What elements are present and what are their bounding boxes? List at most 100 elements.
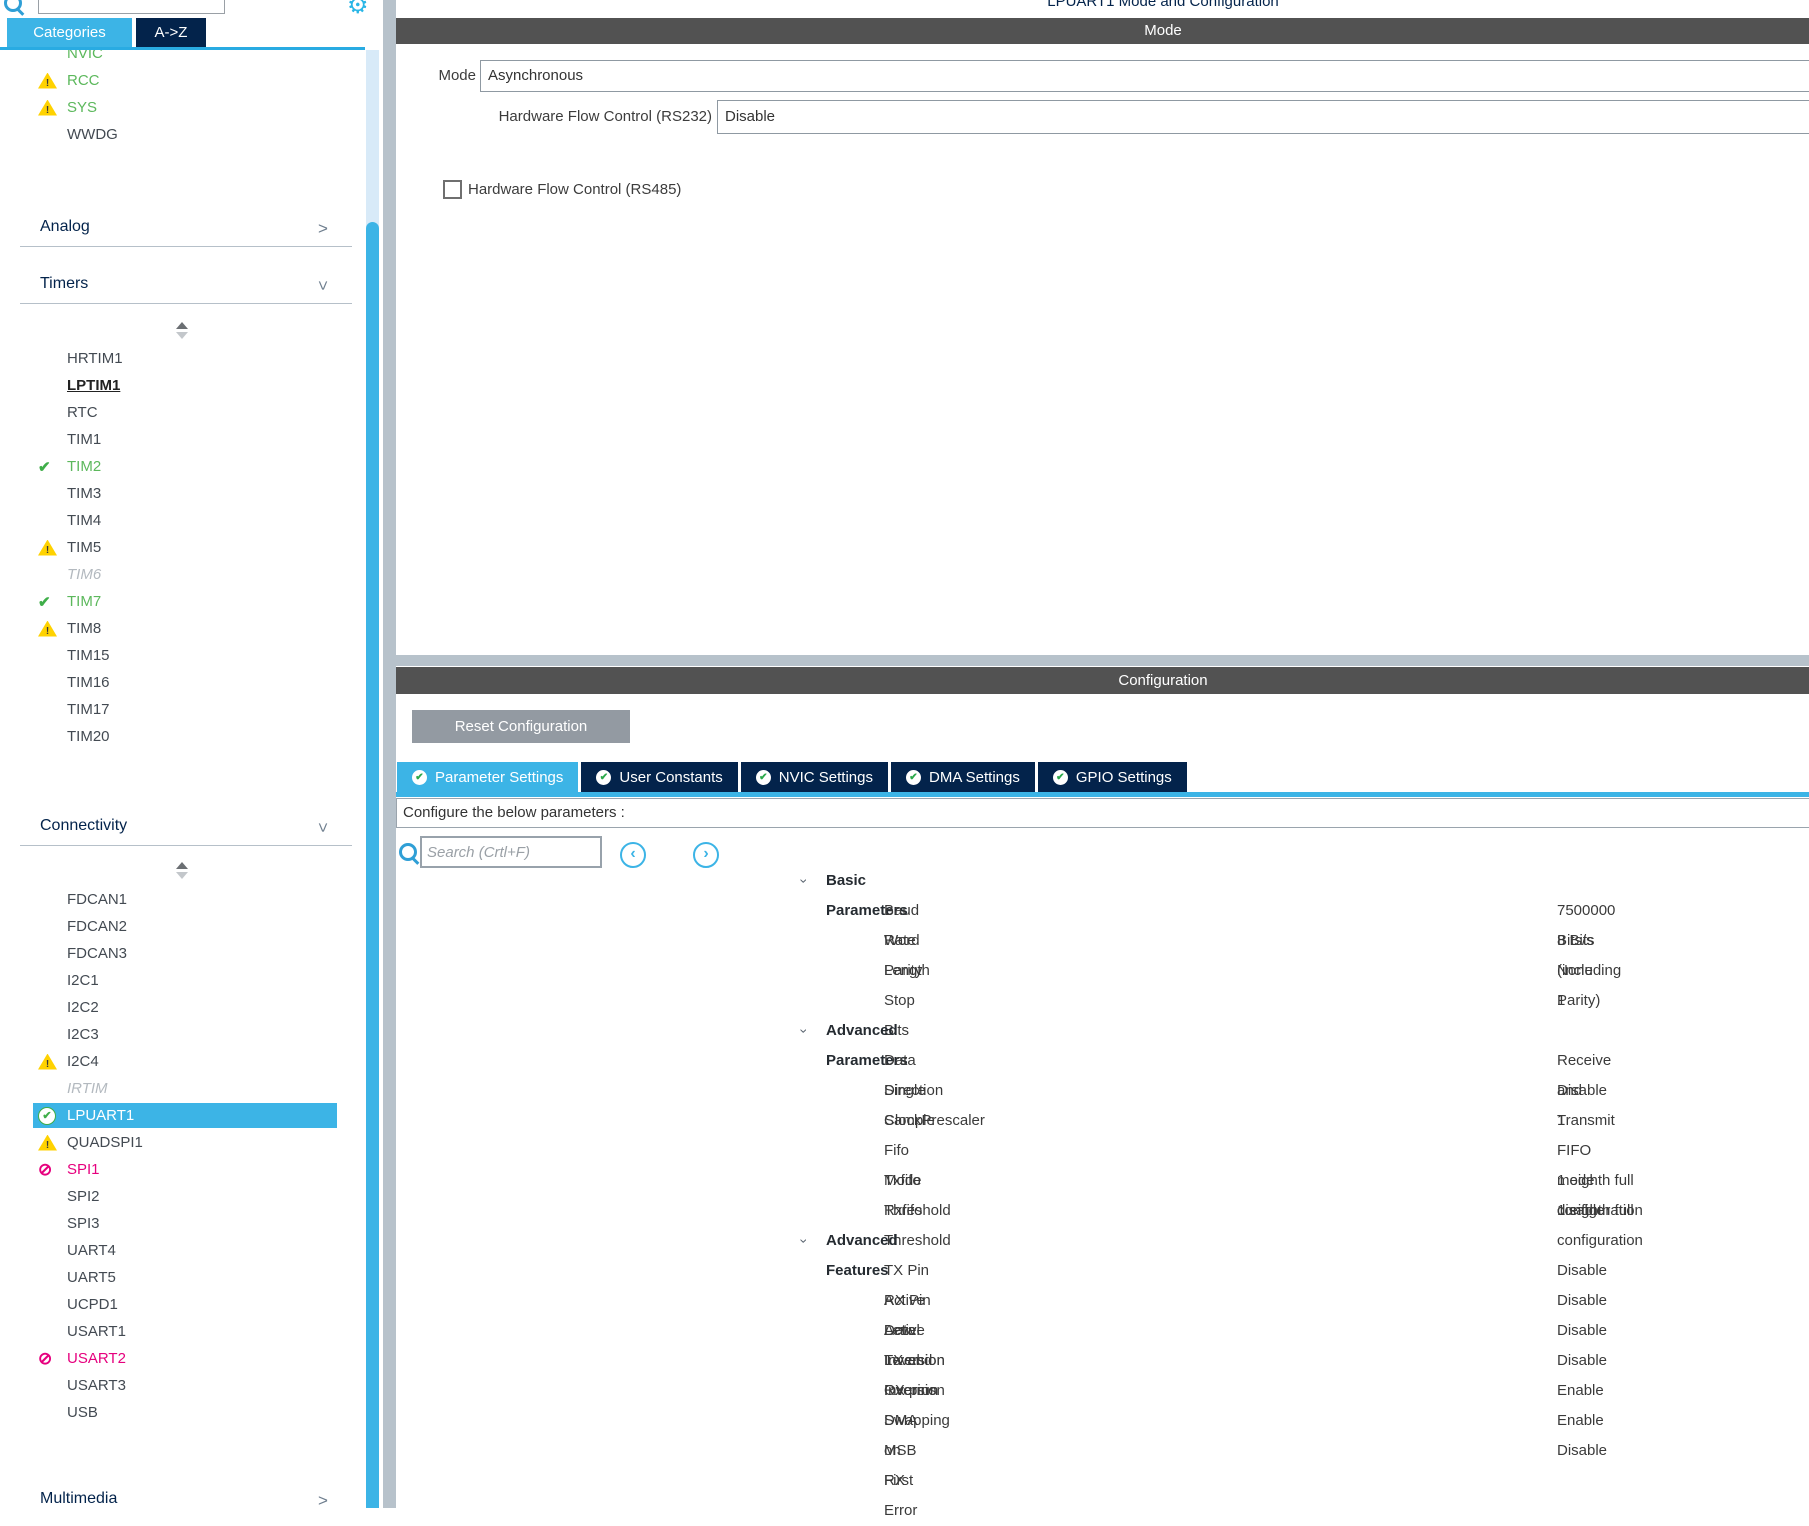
sidebar-item-wwdg[interactable]: WWDG — [0, 121, 365, 148]
sidebar-item-label: TIM6 — [67, 566, 101, 583]
parameter-value[interactable]: Enable — [1557, 1406, 1604, 1436]
hw-flow-control-rs485-checkbox[interactable] — [443, 180, 462, 199]
sidebar-item-nvic[interactable]: NVIC — [0, 50, 365, 67]
parameter-value[interactable]: 1 — [1557, 986, 1565, 1016]
sidebar-item-rcc[interactable]: !RCC — [0, 67, 365, 94]
parameter-value[interactable]: Disable — [1557, 1436, 1607, 1466]
sidebar-item-tim7[interactable]: ✔TIM7 — [0, 588, 365, 615]
sidebar-item-i2c2[interactable]: I2C2 — [0, 994, 365, 1021]
tab-parameter-settings[interactable]: ✔ Parameter Settings — [397, 762, 578, 792]
tab-underline — [0, 47, 365, 50]
sidebar-item-label: USART2 — [67, 1350, 126, 1367]
tab-user-constants[interactable]: ✔User Constants — [581, 762, 737, 792]
mode-section-bar: Mode — [396, 18, 1809, 44]
sidebar-item-tim2[interactable]: ✔TIM2 — [0, 453, 365, 480]
sidebar-item-spi2[interactable]: SPI2 — [0, 1183, 365, 1210]
sidebar-item-fdcan2[interactable]: FDCAN2 — [0, 913, 365, 940]
sidebar-item-tim8[interactable]: !TIM8 — [0, 615, 365, 642]
sidebar-item-uart5[interactable]: UART5 — [0, 1264, 365, 1291]
parameter-value[interactable]: Disable — [1557, 1346, 1607, 1376]
chevron-right-icon: > — [318, 220, 328, 237]
sidebar-item-spi1[interactable]: ⊘SPI1 — [0, 1156, 365, 1183]
section-connectivity[interactable]: Connectivity — [40, 817, 127, 835]
sidebar-item-label: I2C2 — [67, 999, 99, 1016]
sidebar-scrollbar-thumb[interactable] — [366, 222, 379, 1508]
sidebar-item-i2c3[interactable]: I2C3 — [0, 1021, 365, 1048]
parameter-value[interactable]: Disable — [1557, 1256, 1607, 1286]
sidebar-item-tim3[interactable]: TIM3 — [0, 480, 365, 507]
sidebar-item-lptim1[interactable]: LPTIM1 — [0, 372, 365, 399]
section-analog[interactable]: Analog — [40, 218, 90, 236]
mode-combobox[interactable]: Asynchronous — [480, 60, 1809, 92]
sidebar-item-label: TIM1 — [67, 431, 101, 448]
sidebar-item-tim16[interactable]: TIM16 — [0, 669, 365, 696]
sidebar-item-usb[interactable]: USB — [0, 1399, 365, 1426]
sidebar-item-sys[interactable]: !SYS — [0, 94, 365, 121]
sidebar-item-tim17[interactable]: TIM17 — [0, 696, 365, 723]
sidebar-item-ucpd1[interactable]: UCPD1 — [0, 1291, 365, 1318]
tab-check-icon: ✔ — [412, 770, 427, 785]
parameter-value[interactable]: Enable — [1557, 1376, 1604, 1406]
tab-label: User Constants — [619, 769, 722, 786]
sidebar-item-tim15[interactable]: TIM15 — [0, 642, 365, 669]
tab-check-icon: ✔ — [756, 770, 771, 785]
sidebar-item-i2c1[interactable]: I2C1 — [0, 967, 365, 994]
sidebar-item-tim1[interactable]: TIM1 — [0, 426, 365, 453]
sort-spinner[interactable] — [176, 322, 190, 339]
parameter-search-input[interactable] — [420, 836, 602, 868]
sidebar-item-label: TIM15 — [67, 647, 110, 664]
sidebar-item-label: TIM17 — [67, 701, 110, 718]
parameter-label: Parity — [884, 956, 922, 986]
sidebar-item-fdcan3[interactable]: FDCAN3 — [0, 940, 365, 967]
tab-dma-settings[interactable]: ✔DMA Settings — [891, 762, 1035, 792]
parameter-value[interactable]: Disable — [1557, 1076, 1607, 1106]
sidebar-item-hrtim1[interactable]: HRTIM1 — [0, 345, 365, 372]
parameter-value[interactable]: 1 eighth full configuration — [1557, 1196, 1643, 1256]
sidebar-item-label: UART5 — [67, 1269, 116, 1286]
parameter-value[interactable]: 1 — [1557, 1106, 1565, 1136]
search-next-button[interactable]: › — [693, 842, 719, 868]
sidebar-item-tim5[interactable]: !TIM5 — [0, 534, 365, 561]
peripheral-search-input[interactable] — [38, 0, 225, 14]
divider — [20, 845, 352, 846]
sidebar-item-uart4[interactable]: UART4 — [0, 1237, 365, 1264]
section-timers[interactable]: Timers — [40, 275, 88, 293]
tab-a-to-z[interactable]: A->Z — [136, 18, 206, 47]
panel-splitter-vertical[interactable] — [383, 0, 396, 1508]
warning-icon: ! — [38, 1054, 57, 1070]
sidebar-item-tim4[interactable]: TIM4 — [0, 507, 365, 534]
panel-splitter-horizontal[interactable] — [383, 655, 1809, 666]
configuration-tabs: ✔Parameter Settings✔User Constants✔NVIC … — [397, 762, 1187, 792]
sidebar-item-usart1[interactable]: USART1 — [0, 1318, 365, 1345]
sidebar-item-irtim[interactable]: IRTIM — [0, 1075, 365, 1102]
tab-nvic-settings[interactable]: ✔NVIC Settings — [741, 762, 888, 792]
tab-gpio-settings[interactable]: ✔GPIO Settings — [1038, 762, 1187, 792]
sidebar-item-quadspi1[interactable]: !QUADSPI1 — [0, 1129, 365, 1156]
check-icon: ✔ — [38, 458, 51, 476]
sidebar-item-spi3[interactable]: SPI3 — [0, 1210, 365, 1237]
warning-icon: ! — [38, 100, 57, 116]
sidebar-item-usart3[interactable]: USART3 — [0, 1372, 365, 1399]
tab-categories[interactable]: Categories — [7, 18, 132, 47]
sort-spinner[interactable] — [176, 862, 190, 879]
sidebar-item-label: FDCAN3 — [67, 945, 127, 962]
reset-configuration-button[interactable]: Reset Configuration — [412, 710, 630, 743]
sidebar-item-tim20[interactable]: TIM20 — [0, 723, 365, 750]
sidebar-item-rtc[interactable]: RTC — [0, 399, 365, 426]
parameter-value[interactable]: None — [1557, 956, 1593, 986]
sidebar-item-usart2[interactable]: ⊘USART2 — [0, 1345, 365, 1372]
sidebar-item-i2c4[interactable]: !I2C4 — [0, 1048, 365, 1075]
gear-icon[interactable]: ⚙ — [347, 0, 369, 18]
parameter-value[interactable]: Disable — [1557, 1316, 1607, 1346]
sidebar-item-fdcan1[interactable]: FDCAN1 — [0, 886, 365, 913]
hw-flow-control-rs232-combobox[interactable]: Disable — [717, 100, 1809, 134]
sidebar-item-tim6[interactable]: TIM6 — [0, 561, 365, 588]
chevron-down-icon: › — [789, 1239, 819, 1244]
tab-label: Parameter Settings — [435, 769, 563, 786]
parameter-value[interactable]: Disable — [1557, 1286, 1607, 1316]
tab-check-icon: ✔ — [906, 770, 921, 785]
connectivity-list: FDCAN1FDCAN2 FDCAN3 I2C1 I2C2 I2C3!I2C4IRTIM… — [0, 886, 365, 1426]
sidebar-item-lpuart1[interactable]: ✔LPUART1 — [0, 1102, 365, 1129]
section-multimedia[interactable]: Multimedia — [40, 1490, 117, 1508]
search-previous-button[interactable]: ‹ — [620, 842, 646, 868]
